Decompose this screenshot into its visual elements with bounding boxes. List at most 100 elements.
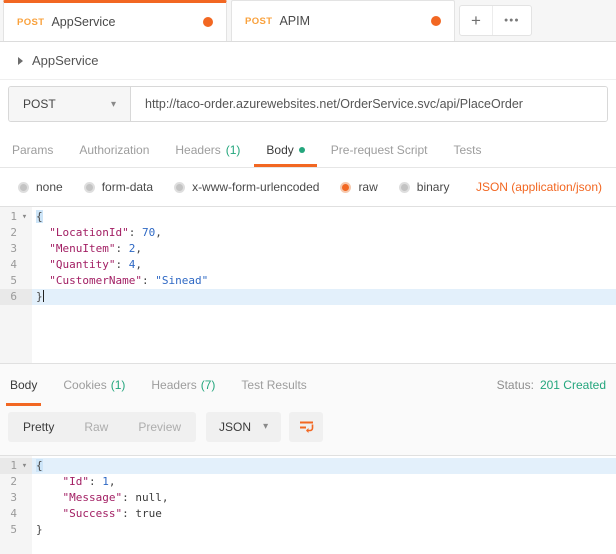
code-line: 3 "MenuItem": 2, xyxy=(0,241,616,257)
tab-name-label: AppService xyxy=(51,15,116,29)
code-text: } xyxy=(32,289,616,305)
response-tab-cookies[interactable]: Cookies (1) xyxy=(63,364,125,406)
status-value: 201 Created xyxy=(539,378,606,392)
new-tab-button[interactable]: + xyxy=(460,6,493,35)
response-tab-body[interactable]: Body xyxy=(5,364,42,406)
code-token: "Success" xyxy=(62,507,123,520)
radio-icon xyxy=(83,181,95,193)
request-tab-headers[interactable]: Headers (1) xyxy=(175,132,240,167)
body-type-form-data[interactable]: form-data xyxy=(83,180,153,194)
radio-icon xyxy=(398,181,410,193)
code-token: { xyxy=(36,459,43,472)
request-tab-params[interactable]: Params xyxy=(12,132,53,167)
tab-method-label: POST xyxy=(17,16,45,28)
tab-label: Headers xyxy=(151,378,197,392)
collapse-caret-icon xyxy=(18,56,23,65)
code-line: 1 ▾ { xyxy=(0,209,616,225)
tab-method-label: POST xyxy=(245,15,273,27)
response-tab-headers[interactable]: Headers (7) xyxy=(151,364,215,406)
format-value: JSON xyxy=(219,419,252,434)
radio-label: raw xyxy=(358,180,378,194)
url-input[interactable] xyxy=(131,87,607,121)
code-token: } xyxy=(36,523,43,536)
radio-label: none xyxy=(36,180,63,194)
response-tab-bar: Body Cookies (1) Headers (7) Test Results Sta… xyxy=(0,364,616,406)
more-tabs-button[interactable]: ●●● xyxy=(493,6,531,35)
code-text: } xyxy=(32,522,616,538)
code-token: : xyxy=(122,507,136,520)
view-mode-preview[interactable]: Preview xyxy=(123,420,196,434)
method-select[interactable]: POST ▾ xyxy=(9,87,131,121)
code-token: : xyxy=(89,475,103,488)
status-badge: Status: 201 Created xyxy=(497,364,606,406)
tab-label: Body xyxy=(10,378,38,392)
code-text: "Id": 1, xyxy=(32,474,616,490)
code-token: "Sinead" xyxy=(155,274,209,287)
request-tab-body[interactable]: Body xyxy=(254,132,318,167)
tab-label: Body xyxy=(266,142,294,157)
code-line: 3 "Message": null, xyxy=(0,490,616,506)
wrap-text-button[interactable] xyxy=(289,411,324,442)
code-token: "LocationId" xyxy=(49,226,129,239)
code-token: 1 xyxy=(102,475,109,488)
request-tab-bar: Params Authorization Headers (1) Body Pre-req… xyxy=(0,132,616,168)
request-tab-pre-request-script[interactable]: Pre-request Script xyxy=(331,132,428,167)
line-number-text: 1 xyxy=(10,459,17,472)
body-type-selector: none form-data x-www-form-urlencoded raw bin… xyxy=(0,168,616,206)
code-line: 1 ▾{ xyxy=(0,458,616,474)
code-line: 6} xyxy=(0,289,616,305)
line-number: 1 ▾ xyxy=(0,209,32,225)
code-token: { xyxy=(36,210,43,223)
tab-count: (1) xyxy=(225,142,241,157)
status-label: Status: xyxy=(496,378,534,392)
code-token: "CustomerName" xyxy=(49,274,142,287)
code-text: "Message": null, xyxy=(32,490,616,506)
code-line: 4 "Quantity": 4, xyxy=(0,257,616,273)
line-number-text: 2 xyxy=(10,475,17,488)
method-value: POST xyxy=(23,97,56,111)
code-text: "Quantity": 4, xyxy=(32,257,616,273)
request-tab-tests[interactable]: Tests xyxy=(453,132,481,167)
line-number-text: 2 xyxy=(10,226,17,239)
response-tab-test-results[interactable]: Test Results xyxy=(241,364,306,406)
body-type-x-www-form-urlencoded[interactable]: x-www-form-urlencoded xyxy=(174,180,319,194)
fold-arrow-icon: ▾ xyxy=(21,212,28,222)
line-number-text: 3 xyxy=(10,491,17,504)
request-body-editor[interactable]: 1 ▾{2 "LocationId": 70, 3 "MenuItem": 2, 4 … xyxy=(0,206,616,364)
view-mode-pretty[interactable]: Pretty xyxy=(8,420,69,434)
code-token: "MenuItem" xyxy=(49,242,116,255)
radio-label: x-www-form-urlencoded xyxy=(192,180,320,194)
body-type-none[interactable]: none xyxy=(18,180,63,194)
chevron-down-icon: ▾ xyxy=(263,421,269,432)
format-select[interactable]: JSON ▾ xyxy=(206,411,282,442)
postman-window: POST AppService POST APIM + ●●● AppService … xyxy=(0,0,616,554)
line-number: 2 xyxy=(0,474,32,490)
body-type-options: none form-data x-www-form-urlencoded raw bin… xyxy=(18,180,449,194)
line-number-text: 6 xyxy=(10,290,17,303)
tab-label: Pre-request Script xyxy=(330,142,428,157)
code-token: "Id" xyxy=(62,475,90,488)
workspace-tab[interactable]: POST APIM xyxy=(231,0,455,41)
request-tab-authorization[interactable]: Authorization xyxy=(79,132,149,167)
code-text: "MenuItem": 2, xyxy=(32,241,616,257)
code-token: 70 xyxy=(141,226,156,239)
line-number: 4 xyxy=(0,257,32,273)
request-title-row[interactable]: AppService xyxy=(0,42,616,80)
workspace-tab[interactable]: POST AppService xyxy=(3,0,227,41)
content-type-select[interactable]: JSON (application/json) xyxy=(476,180,602,194)
tab-count: (7) xyxy=(200,378,216,392)
body-type-raw[interactable]: raw xyxy=(340,180,378,194)
view-mode-raw[interactable]: Raw xyxy=(69,420,123,434)
body-type-binary[interactable]: binary xyxy=(398,180,449,194)
response-body-editor[interactable]: 1 ▾{2 "Id": 1, 3 "Message": null, 4 "Succes… xyxy=(0,455,616,554)
line-number: 5 xyxy=(0,273,32,289)
